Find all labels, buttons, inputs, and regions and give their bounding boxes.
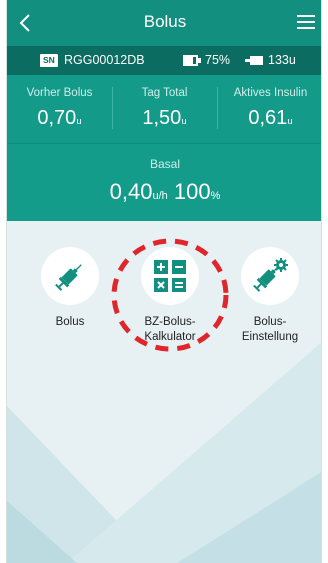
bolus-settings-circle[interactable] bbox=[241, 247, 299, 305]
syringe-settings-icon bbox=[253, 258, 288, 292]
stat-day-total: Tag Total 1,50u bbox=[112, 75, 217, 143]
pump-screen: Bolus SN RGG00012DB 75% 133u Vorher Bolu… bbox=[6, 0, 322, 563]
stat-label: Vorher Bolus bbox=[26, 87, 93, 99]
serial-number: RGG00012DB bbox=[64, 53, 145, 67]
basal-rate: 0,40 bbox=[109, 179, 153, 204]
stat-label: Aktives Insulin bbox=[233, 87, 308, 99]
stat-unit: u bbox=[76, 116, 82, 127]
highlight-circle bbox=[111, 238, 229, 352]
stat-value: 1,50u bbox=[112, 107, 217, 130]
menu-icon[interactable] bbox=[295, 12, 317, 32]
insulin-stats: Vorher Bolus 0,70u Tag Total 1,50u Aktiv… bbox=[7, 75, 321, 143]
bolus-label: Bolus bbox=[55, 316, 85, 328]
basal-rate-unit: u/h bbox=[152, 190, 168, 202]
battery-level: 75% bbox=[205, 53, 231, 67]
stat-unit: u bbox=[181, 116, 187, 127]
stat-number: 1,50 bbox=[142, 107, 182, 129]
bolus-action[interactable]: Bolus bbox=[27, 247, 113, 330]
basal-value: 0,40u/h 100% bbox=[7, 179, 321, 205]
syringe-icon bbox=[55, 264, 82, 291]
stat-active-insulin: Aktives Insulin 0,61u bbox=[218, 75, 321, 143]
serial-number-badge: SN bbox=[40, 54, 58, 67]
stat-unit: u bbox=[287, 116, 293, 127]
reservoir-icon bbox=[245, 56, 263, 65]
basal-percent: 100 bbox=[173, 179, 211, 204]
stat-value: 0,70u bbox=[7, 107, 112, 130]
device-status-bar: SN RGG00012DB 75% 133u bbox=[7, 46, 321, 75]
stat-value: 0,61u bbox=[218, 107, 321, 130]
action-area: Bolus BZ-Bolus- Kalkulator Bolus- Einste… bbox=[7, 221, 321, 563]
reservoir-level: 133u bbox=[268, 53, 296, 67]
bolus-settings-action[interactable]: Bolus- Einstellung bbox=[227, 247, 313, 345]
stat-number: 0,61 bbox=[248, 107, 288, 129]
basal-label: Basal bbox=[149, 157, 181, 171]
stat-number: 0,70 bbox=[37, 107, 77, 129]
bolus-settings-label: Bolus- Einstellung bbox=[241, 316, 299, 343]
basal-percent-unit: % bbox=[210, 190, 221, 202]
basal-panel: Basal 0,40u/h 100% bbox=[7, 143, 321, 221]
battery-icon bbox=[183, 55, 201, 66]
page-title: Bolus bbox=[143, 12, 187, 31]
stat-label: Tag Total bbox=[141, 87, 188, 99]
title-bar: Bolus bbox=[7, 0, 321, 46]
bolus-circle[interactable] bbox=[41, 247, 99, 305]
stat-previous-bolus: Vorher Bolus 0,70u bbox=[7, 75, 112, 143]
